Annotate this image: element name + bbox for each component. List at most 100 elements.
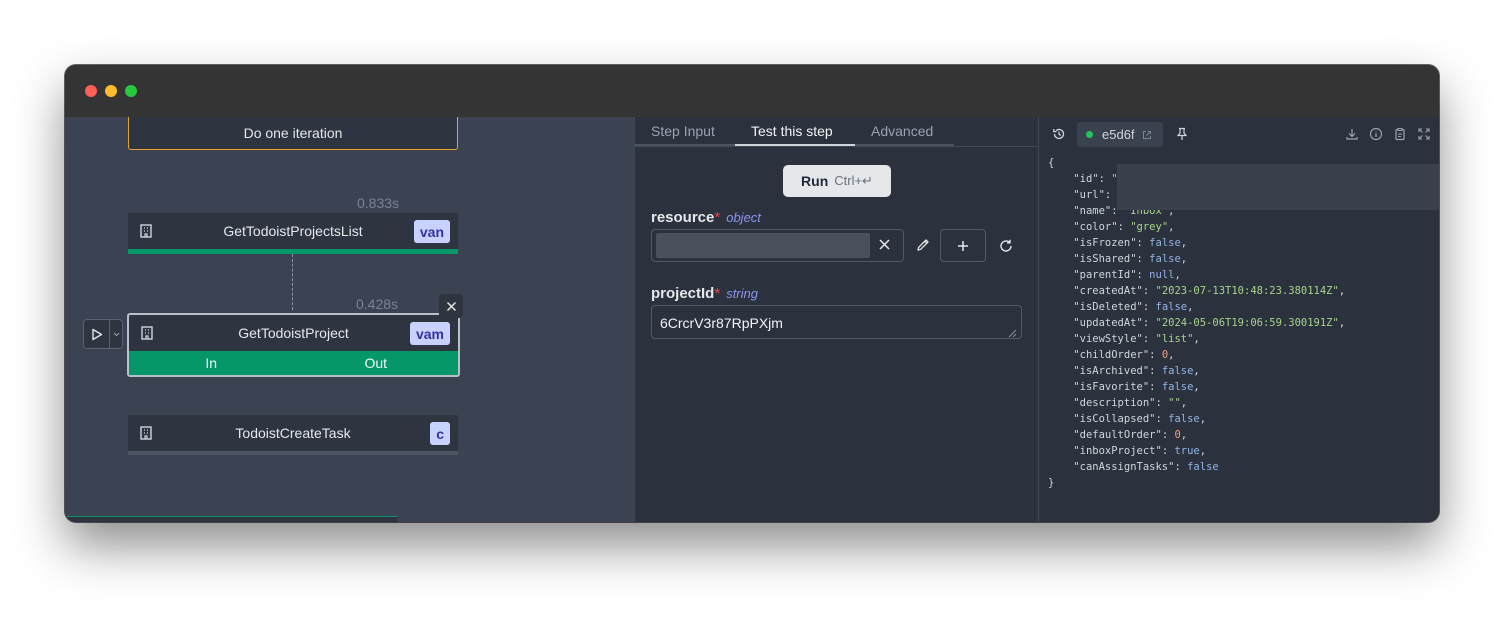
app-window: Do one iteration 0.833s GetTodoistProjec… <box>65 65 1439 522</box>
download-icon[interactable] <box>1345 127 1359 141</box>
json-value: false <box>1161 381 1194 393</box>
redacted-region <box>1117 164 1439 210</box>
json-line: "inboxProject": true, <box>1073 445 1207 457</box>
json-line: "updatedAt": "2024-05-06T19:06:59.300191… <box>1073 317 1346 329</box>
json-line: "isFrozen": false, <box>1073 237 1188 249</box>
json-key: "description" <box>1073 397 1156 409</box>
node-success-bar <box>128 249 458 254</box>
loop-iteration-node[interactable]: Do one iteration <box>128 117 458 150</box>
json-brace: { <box>1048 157 1055 169</box>
run-label: Run <box>801 173 829 189</box>
json-line: "isArchived": false, <box>1073 365 1200 377</box>
json-comma: , <box>1168 221 1175 233</box>
json-comma: , <box>1187 301 1194 313</box>
minimize-window-button[interactable] <box>105 85 117 97</box>
json-key: "canAssignTasks" <box>1073 461 1175 473</box>
json-value: false <box>1149 253 1181 265</box>
json-line: "isCollapsed": false, <box>1073 413 1207 425</box>
add-resource-button[interactable] <box>940 229 986 262</box>
info-icon[interactable] <box>1369 127 1383 141</box>
json-line: "parentId": null, <box>1073 269 1181 281</box>
json-value: null <box>1149 269 1175 281</box>
json-line: } <box>1048 475 1345 491</box>
json-comma: , <box>1193 381 1200 393</box>
json-comma: , <box>1180 237 1188 249</box>
redacted-value <box>656 233 870 258</box>
test-step-button[interactable] <box>83 319 123 349</box>
json-comma: , <box>1180 253 1188 265</box>
tab-step-input[interactable]: Step Input <box>651 123 715 139</box>
json-value: "" <box>1168 397 1181 409</box>
json-value: false <box>1155 301 1188 313</box>
tab-divider <box>635 144 735 146</box>
node-id-badge: van <box>413 220 450 243</box>
job-id: e5d6f <box>1102 127 1135 142</box>
iteration-label: Do one iteration <box>243 124 343 141</box>
remove-node-button[interactable] <box>439 294 463 318</box>
history-icon[interactable] <box>1052 127 1066 141</box>
json-comma: , <box>1199 445 1207 457</box>
node-pending-bar <box>128 451 458 455</box>
clipboard-icon[interactable] <box>1393 127 1407 141</box>
json-key: "color" <box>1073 221 1118 233</box>
project-id-input[interactable]: 6CrcrV3r87RpPXjm <box>651 305 1022 339</box>
edit-resource-button[interactable] <box>912 234 934 256</box>
field-name: projectId <box>651 285 715 302</box>
refresh-resources-button[interactable] <box>994 234 1018 258</box>
flow-node-create-task[interactable]: TodoistCreateTask c <box>128 415 458 455</box>
json-line: "isFavorite": false, <box>1073 381 1200 393</box>
json-key: "childOrder" <box>1073 349 1150 361</box>
json-comma: , <box>1338 285 1346 297</box>
flow-canvas[interactable]: Do one iteration 0.833s GetTodoistProjec… <box>65 117 634 522</box>
json-line: "description": "", <box>1073 397 1188 409</box>
resource-select[interactable] <box>651 229 904 262</box>
json-comma: , <box>1193 365 1200 377</box>
json-value: false <box>1161 365 1194 377</box>
node-id-badge: vam <box>409 322 450 345</box>
result-panel: e5d6f { "id": " "url": "name": "Inbox", … <box>1038 117 1439 522</box>
status-dot <box>1086 131 1093 138</box>
title-bar <box>65 65 1439 117</box>
close-window-button[interactable] <box>85 85 97 97</box>
json-line: "isDeleted": false, <box>1073 301 1194 313</box>
maximize-window-button[interactable] <box>125 85 137 97</box>
external-link-icon <box>1142 130 1151 139</box>
job-id-chip[interactable]: e5d6f <box>1077 122 1163 147</box>
pin-icon[interactable] <box>1175 127 1189 141</box>
tab-test-this-step[interactable]: Test this step <box>751 123 833 139</box>
json-key: "isCollapsed" <box>1073 413 1156 425</box>
flow-node-get-project[interactable]: GetTodoistProject vam In Out <box>127 313 460 377</box>
json-key: "isDeleted" <box>1073 301 1143 313</box>
run-button[interactable]: Run Ctrl+↵ <box>783 165 891 197</box>
tab-advanced[interactable]: Advanced <box>871 123 933 139</box>
resize-handle-icon[interactable] <box>1007 328 1017 338</box>
json-key: "name" <box>1073 205 1112 217</box>
json-key: "isShared" <box>1073 253 1137 265</box>
flow-node-get-projects-list[interactable]: GetTodoistProjectsList van <box>128 213 458 254</box>
node-output-label[interactable]: Out <box>294 351 459 375</box>
step-tabs: Step Input Test this step Advanced <box>635 117 1039 147</box>
node-input-label[interactable]: In <box>129 351 294 375</box>
json-value: "2023-07-13T10:48:23.380114Z" <box>1155 285 1339 297</box>
json-value: false <box>1187 461 1219 473</box>
json-line: "isShared": false, <box>1073 253 1188 265</box>
json-key: "isArchived" <box>1073 365 1150 377</box>
json-comma: , <box>1338 317 1346 329</box>
json-comma: , <box>1174 269 1181 281</box>
json-key: "createdAt" <box>1073 285 1143 297</box>
json-key: "isFrozen" <box>1073 237 1137 249</box>
field-name: resource <box>651 209 715 226</box>
step-duration: 0.833s <box>357 195 400 211</box>
clear-icon[interactable] <box>878 238 891 251</box>
json-value: "list" <box>1155 333 1194 345</box>
node-id-badge: c <box>430 422 450 445</box>
active-tab-indicator <box>735 144 855 146</box>
flow-node-partial[interactable] <box>67 516 397 522</box>
close-icon <box>446 301 456 311</box>
project-id-label: projectId* string <box>651 285 758 302</box>
json-key: "updatedAt" <box>1073 317 1143 329</box>
json-comma: , <box>1180 397 1188 409</box>
step-detail-panel: Step Input Test this step Advanced Run C… <box>634 117 1039 522</box>
expand-icon[interactable] <box>1417 127 1431 141</box>
pencil-icon <box>917 239 929 251</box>
